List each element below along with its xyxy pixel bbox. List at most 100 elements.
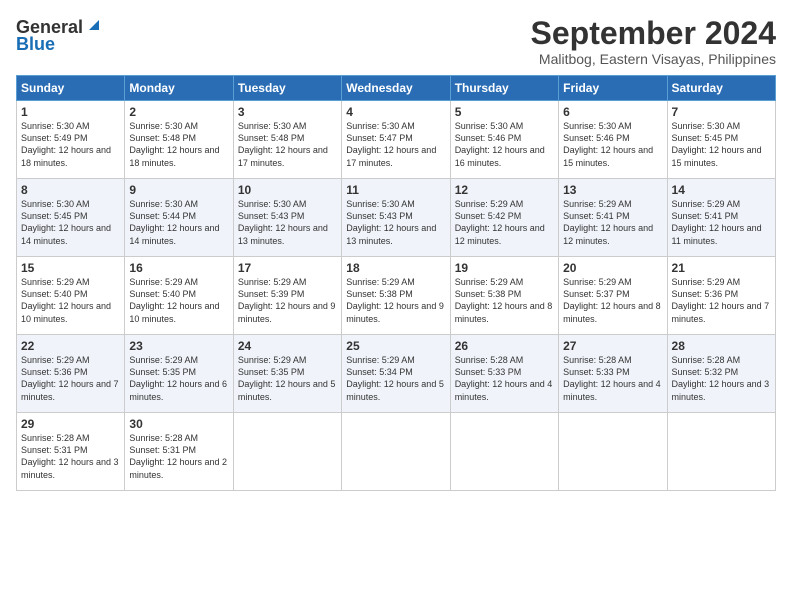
day-info: Sunrise: 5:28 AMSunset: 5:33 PMDaylight:… — [563, 355, 661, 401]
day-number: 5 — [455, 105, 554, 119]
logo: General Blue — [16, 16, 103, 55]
day-number: 7 — [672, 105, 771, 119]
day-info: Sunrise: 5:29 AMSunset: 5:39 PMDaylight:… — [238, 277, 336, 323]
day-info: Sunrise: 5:30 AMSunset: 5:48 PMDaylight:… — [129, 121, 219, 167]
table-row: 3 Sunrise: 5:30 AMSunset: 5:48 PMDayligh… — [233, 101, 341, 179]
day-number: 2 — [129, 105, 228, 119]
title-area: September 2024 Malitbog, Eastern Visayas… — [531, 16, 776, 67]
page: General Blue September 2024 Malitbog, Ea… — [0, 0, 792, 612]
day-info: Sunrise: 5:29 AMSunset: 5:35 PMDaylight:… — [129, 355, 227, 401]
table-row: 12 Sunrise: 5:29 AMSunset: 5:42 PMDaylig… — [450, 179, 558, 257]
table-row: 4 Sunrise: 5:30 AMSunset: 5:47 PMDayligh… — [342, 101, 450, 179]
day-info: Sunrise: 5:28 AMSunset: 5:33 PMDaylight:… — [455, 355, 553, 401]
table-row: 25 Sunrise: 5:29 AMSunset: 5:34 PMDaylig… — [342, 335, 450, 413]
day-number: 6 — [563, 105, 662, 119]
day-info: Sunrise: 5:30 AMSunset: 5:43 PMDaylight:… — [238, 199, 328, 245]
table-row: 24 Sunrise: 5:29 AMSunset: 5:35 PMDaylig… — [233, 335, 341, 413]
table-row — [233, 413, 341, 491]
day-info: Sunrise: 5:29 AMSunset: 5:37 PMDaylight:… — [563, 277, 661, 323]
table-row: 16 Sunrise: 5:29 AMSunset: 5:40 PMDaylig… — [125, 257, 233, 335]
table-row: 20 Sunrise: 5:29 AMSunset: 5:37 PMDaylig… — [559, 257, 667, 335]
day-info: Sunrise: 5:30 AMSunset: 5:46 PMDaylight:… — [455, 121, 545, 167]
logo-arrow-icon — [85, 16, 103, 34]
day-number: 3 — [238, 105, 337, 119]
table-row — [342, 413, 450, 491]
day-number: 12 — [455, 183, 554, 197]
day-number: 20 — [563, 261, 662, 275]
day-info: Sunrise: 5:29 AMSunset: 5:38 PMDaylight:… — [346, 277, 444, 323]
table-row: 9 Sunrise: 5:30 AMSunset: 5:44 PMDayligh… — [125, 179, 233, 257]
day-info: Sunrise: 5:30 AMSunset: 5:46 PMDaylight:… — [563, 121, 653, 167]
table-row: 15 Sunrise: 5:29 AMSunset: 5:40 PMDaylig… — [17, 257, 125, 335]
table-row — [667, 413, 775, 491]
table-row — [450, 413, 558, 491]
day-info: Sunrise: 5:29 AMSunset: 5:34 PMDaylight:… — [346, 355, 444, 401]
day-info: Sunrise: 5:30 AMSunset: 5:45 PMDaylight:… — [672, 121, 762, 167]
day-number: 9 — [129, 183, 228, 197]
day-number: 8 — [21, 183, 120, 197]
header: General Blue September 2024 Malitbog, Ea… — [16, 16, 776, 67]
calendar-table: Sunday Monday Tuesday Wednesday Thursday… — [16, 75, 776, 491]
col-wednesday: Wednesday — [342, 76, 450, 101]
col-monday: Monday — [125, 76, 233, 101]
table-row: 10 Sunrise: 5:30 AMSunset: 5:43 PMDaylig… — [233, 179, 341, 257]
table-row: 1 Sunrise: 5:30 AMSunset: 5:49 PMDayligh… — [17, 101, 125, 179]
day-number: 13 — [563, 183, 662, 197]
calendar-week-row: 1 Sunrise: 5:30 AMSunset: 5:49 PMDayligh… — [17, 101, 776, 179]
col-tuesday: Tuesday — [233, 76, 341, 101]
day-number: 21 — [672, 261, 771, 275]
day-info: Sunrise: 5:29 AMSunset: 5:35 PMDaylight:… — [238, 355, 336, 401]
day-info: Sunrise: 5:30 AMSunset: 5:45 PMDaylight:… — [21, 199, 111, 245]
day-info: Sunrise: 5:30 AMSunset: 5:48 PMDaylight:… — [238, 121, 328, 167]
table-row: 5 Sunrise: 5:30 AMSunset: 5:46 PMDayligh… — [450, 101, 558, 179]
table-row: 22 Sunrise: 5:29 AMSunset: 5:36 PMDaylig… — [17, 335, 125, 413]
day-info: Sunrise: 5:29 AMSunset: 5:38 PMDaylight:… — [455, 277, 553, 323]
month-title: September 2024 — [531, 16, 776, 51]
table-row: 7 Sunrise: 5:30 AMSunset: 5:45 PMDayligh… — [667, 101, 775, 179]
day-number: 29 — [21, 417, 120, 431]
day-number: 18 — [346, 261, 445, 275]
day-info: Sunrise: 5:30 AMSunset: 5:43 PMDaylight:… — [346, 199, 436, 245]
day-number: 4 — [346, 105, 445, 119]
day-number: 25 — [346, 339, 445, 353]
col-friday: Friday — [559, 76, 667, 101]
day-number: 28 — [672, 339, 771, 353]
day-info: Sunrise: 5:28 AMSunset: 5:32 PMDaylight:… — [672, 355, 770, 401]
day-info: Sunrise: 5:29 AMSunset: 5:36 PMDaylight:… — [21, 355, 119, 401]
table-row: 28 Sunrise: 5:28 AMSunset: 5:32 PMDaylig… — [667, 335, 775, 413]
col-saturday: Saturday — [667, 76, 775, 101]
day-number: 11 — [346, 183, 445, 197]
day-number: 22 — [21, 339, 120, 353]
day-info: Sunrise: 5:29 AMSunset: 5:40 PMDaylight:… — [21, 277, 111, 323]
table-row: 21 Sunrise: 5:29 AMSunset: 5:36 PMDaylig… — [667, 257, 775, 335]
table-row: 11 Sunrise: 5:30 AMSunset: 5:43 PMDaylig… — [342, 179, 450, 257]
table-row: 8 Sunrise: 5:30 AMSunset: 5:45 PMDayligh… — [17, 179, 125, 257]
table-row — [559, 413, 667, 491]
table-row: 18 Sunrise: 5:29 AMSunset: 5:38 PMDaylig… — [342, 257, 450, 335]
day-number: 19 — [455, 261, 554, 275]
location: Malitbog, Eastern Visayas, Philippines — [531, 51, 776, 67]
day-number: 1 — [21, 105, 120, 119]
col-sunday: Sunday — [17, 76, 125, 101]
table-row: 23 Sunrise: 5:29 AMSunset: 5:35 PMDaylig… — [125, 335, 233, 413]
day-info: Sunrise: 5:28 AMSunset: 5:31 PMDaylight:… — [21, 433, 119, 479]
day-info: Sunrise: 5:30 AMSunset: 5:47 PMDaylight:… — [346, 121, 436, 167]
day-number: 26 — [455, 339, 554, 353]
day-number: 14 — [672, 183, 771, 197]
table-row: 14 Sunrise: 5:29 AMSunset: 5:41 PMDaylig… — [667, 179, 775, 257]
table-row: 19 Sunrise: 5:29 AMSunset: 5:38 PMDaylig… — [450, 257, 558, 335]
day-info: Sunrise: 5:29 AMSunset: 5:40 PMDaylight:… — [129, 277, 219, 323]
day-number: 30 — [129, 417, 228, 431]
table-row: 29 Sunrise: 5:28 AMSunset: 5:31 PMDaylig… — [17, 413, 125, 491]
day-number: 24 — [238, 339, 337, 353]
day-number: 16 — [129, 261, 228, 275]
table-row: 30 Sunrise: 5:28 AMSunset: 5:31 PMDaylig… — [125, 413, 233, 491]
day-number: 27 — [563, 339, 662, 353]
table-row: 13 Sunrise: 5:29 AMSunset: 5:41 PMDaylig… — [559, 179, 667, 257]
calendar-week-row: 22 Sunrise: 5:29 AMSunset: 5:36 PMDaylig… — [17, 335, 776, 413]
calendar-header-row: Sunday Monday Tuesday Wednesday Thursday… — [17, 76, 776, 101]
day-number: 15 — [21, 261, 120, 275]
day-info: Sunrise: 5:28 AMSunset: 5:31 PMDaylight:… — [129, 433, 227, 479]
table-row: 27 Sunrise: 5:28 AMSunset: 5:33 PMDaylig… — [559, 335, 667, 413]
calendar-week-row: 8 Sunrise: 5:30 AMSunset: 5:45 PMDayligh… — [17, 179, 776, 257]
